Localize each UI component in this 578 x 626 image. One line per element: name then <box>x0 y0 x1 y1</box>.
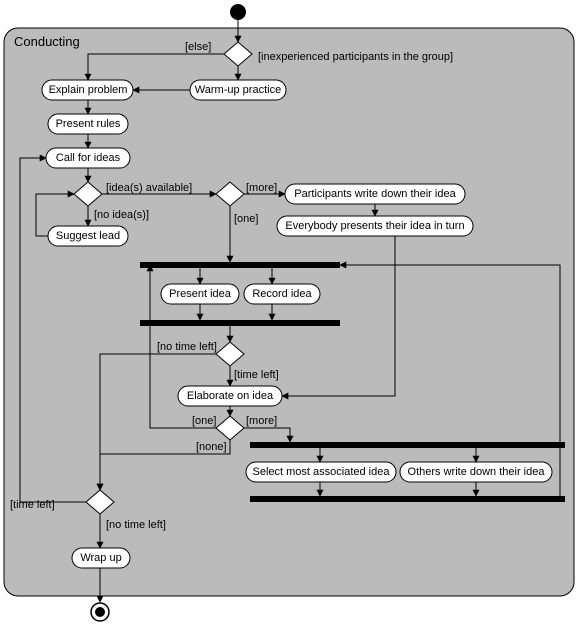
guard: [idea(s) available] <box>106 182 192 194</box>
join-bar-1 <box>140 320 340 326</box>
guard: [time left] <box>10 499 55 511</box>
fork-bar-1 <box>140 262 340 268</box>
guard: [none] <box>196 441 227 453</box>
join-bar-2 <box>250 496 565 502</box>
activity-label: Select most associated idea <box>253 466 391 478</box>
activity-label: Wrap up <box>80 552 121 564</box>
activity-label: Present idea <box>169 288 232 300</box>
activity-label: Everybody presents their idea in turn <box>285 220 464 232</box>
guard: [no idea(s)] <box>94 209 149 221</box>
container-conducting <box>4 28 574 596</box>
activity-label: Suggest lead <box>56 230 120 242</box>
initial-node <box>230 4 246 20</box>
container-label: Conducting <box>14 34 80 49</box>
guard: [inexperienced participants in the group… <box>258 51 453 63</box>
activity-label: Others write down their idea <box>408 466 546 478</box>
guard: [no time left] <box>106 519 166 531</box>
activity-label: Present rules <box>56 118 121 130</box>
fork-bar-2 <box>250 442 565 448</box>
guard: [more] <box>246 182 277 194</box>
guard: [one] <box>234 213 258 225</box>
guard: [no time left] <box>157 341 217 353</box>
activity-label: Elaborate on idea <box>187 390 274 402</box>
activity-label: Warm-up practice <box>195 84 281 96</box>
guard: [else] <box>185 41 211 53</box>
activity-label: Participants write down their idea <box>294 188 456 200</box>
activity-label: Record idea <box>252 288 312 300</box>
activity-label: Explain problem <box>49 84 128 96</box>
guard: [more] <box>246 415 277 427</box>
activity-diagram: Conducting [else] [inexperienced partici… <box>0 0 578 626</box>
final-node-inner <box>95 607 105 617</box>
guard: [one] <box>192 415 216 427</box>
activity-label: Call for ideas <box>56 152 121 164</box>
guard: [time left] <box>234 369 279 381</box>
